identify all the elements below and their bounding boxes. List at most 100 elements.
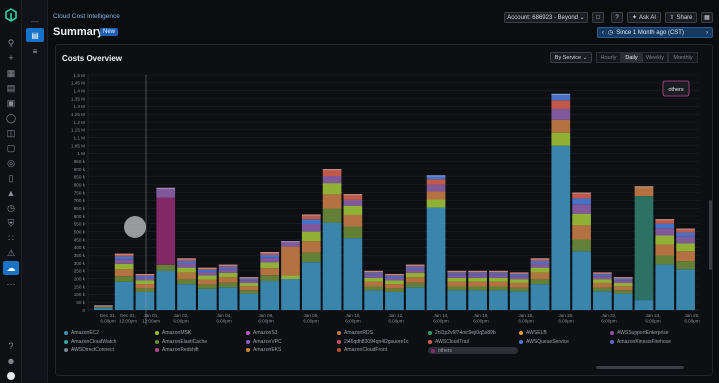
legend-item[interactable]: AmazonS3 <box>246 330 277 336</box>
bar-cap <box>530 258 550 260</box>
legend-item[interactable]: AmazonRDS <box>337 330 373 336</box>
legend-item[interactable]: AmazonRedshift <box>155 347 199 353</box>
bar-segment <box>177 284 196 310</box>
legend-item[interactable]: AWSQueueService <box>519 339 569 345</box>
bar-segment <box>322 222 342 310</box>
logo-icon[interactable] <box>4 8 18 22</box>
modules-icon[interactable]: ∷ <box>5 232 17 244</box>
horizontal-scrollbar[interactable] <box>596 366 684 369</box>
bar-segment <box>572 204 591 214</box>
legend-item[interactable]: others <box>428 347 518 354</box>
legend-item[interactable]: AmazonCloudWatch <box>64 339 116 345</box>
breadcrumb[interactable]: Cloud Cost Intelligence <box>53 13 120 20</box>
ask-ai-button[interactable]: ✦ Ask AI <box>627 12 661 23</box>
costs-bar-chart[interactable]: 0 50 k 100 k 150 k 200 k 250 k 300 k 350 k 400 k… <box>56 45 712 327</box>
global-nav-rail: ⚲ + ▦ ▤ ▣ ◯ ◫ ▢ ◎ ▯ ▲ ◷ ⛨ ∷ ⚠ ☁ ⋯ ? ☻ <box>0 0 22 383</box>
plus-icon[interactable]: + <box>5 52 17 64</box>
legend-item[interactable]: AWSDirectConnect <box>64 347 114 353</box>
legend-label: AmazonCloudWatch <box>71 338 117 345</box>
next-range-icon[interactable]: › <box>702 30 712 36</box>
profile-icon[interactable] <box>5 370 17 382</box>
collapse-icon[interactable]: — <box>26 14 44 28</box>
bar-segment <box>343 199 363 206</box>
rocket-icon[interactable]: ▲ <box>5 187 17 199</box>
legend-item[interactable]: AmazonMSK <box>155 330 191 336</box>
share-button[interactable]: ⇧ Share <box>665 12 697 23</box>
apps-icon[interactable]: ▦ <box>5 67 17 79</box>
bar-segment <box>447 274 467 278</box>
prev-range-icon[interactable]: ‹ <box>598 30 608 36</box>
bar-segment <box>489 290 508 310</box>
legend-item[interactable]: AWSELB <box>519 330 547 336</box>
legend-item[interactable]: AmazonElastiCache <box>155 339 207 345</box>
browser-icon[interactable]: ▣ <box>5 97 17 109</box>
timer-icon[interactable]: ◷ <box>5 202 17 214</box>
globe-icon[interactable]: ◯ <box>5 112 17 124</box>
legend-item[interactable]: AmazonCloudFront <box>337 347 387 353</box>
document-icon[interactable]: ▯ <box>5 172 17 184</box>
list-nav-icon[interactable]: ≡ <box>26 44 44 58</box>
help-icon[interactable]: ? <box>5 340 17 352</box>
x-tick-label: 6:00pm <box>645 319 660 324</box>
bar-segment <box>572 225 591 240</box>
legend-swatch <box>246 348 250 352</box>
bar-segment <box>135 288 155 292</box>
summary-nav-icon[interactable]: ▤ <box>26 28 44 42</box>
bar-segment <box>676 261 695 270</box>
account-selector[interactable]: Account: 686923 - Beyond ⌄ <box>504 12 588 23</box>
bar-segment <box>426 207 446 310</box>
legend-item[interactable]: 2nl1p2v6f74oic9eji0q5s89b <box>428 330 496 336</box>
legend-item[interactable]: AmazonEC2 <box>64 330 99 336</box>
bar-segment <box>135 275 155 278</box>
y-tick-label: 600 k <box>74 214 86 219</box>
x-tick-label: 6:00pm <box>601 319 616 324</box>
legend-item[interactable]: 2i46qdh83094qn4l2gsuore1c <box>337 339 409 345</box>
settings-icon[interactable]: ▦ <box>701 12 713 23</box>
window-icon[interactable]: ▢ <box>5 142 17 154</box>
legend-label: AWSSupportEnterprise <box>617 330 669 336</box>
legend-label: AmazonCloudFront <box>344 347 388 353</box>
legend-swatch <box>519 339 523 344</box>
legend-item[interactable]: AWSSupportEnterprise <box>610 330 669 336</box>
legend-item[interactable]: AWSCloudTrail <box>428 339 469 345</box>
y-tick-label: 650 k <box>74 206 86 211</box>
target-icon[interactable]: ◎ <box>5 157 17 169</box>
cloud-icon[interactable]: ☁ <box>3 261 19 275</box>
bar-cap <box>385 273 404 276</box>
bar-segment <box>322 176 342 184</box>
bar-segment <box>530 263 550 268</box>
bar-segment <box>676 269 695 310</box>
bar-segment <box>239 293 259 310</box>
bar-segment <box>156 270 176 310</box>
legend-item[interactable]: AmazonVPC <box>246 339 282 345</box>
time-range-label: Since 1 Month ago (CST) <box>616 29 684 36</box>
time-range-picker[interactable]: ‹ ◷ Since 1 Month ago (CST) › <box>597 27 713 38</box>
book-icon[interactable]: ▤ <box>5 82 17 94</box>
search-icon[interactable]: ⚲ <box>5 37 17 49</box>
database-icon[interactable]: ◫ <box>5 127 17 139</box>
user-icon[interactable]: ☻ <box>5 355 17 367</box>
vertical-scrollbar[interactable] <box>709 200 712 270</box>
hover-cursor <box>124 216 146 238</box>
bar-segment <box>509 276 529 280</box>
bar-segment <box>655 255 675 265</box>
bar-segment <box>405 269 425 273</box>
bar-segment <box>197 271 217 276</box>
share-label: Share <box>676 14 693 21</box>
bar-segment <box>114 269 134 277</box>
y-tick-label: 850 k <box>74 175 86 180</box>
bar-cap <box>468 270 487 273</box>
alert-icon[interactable]: ⚠ <box>5 247 17 259</box>
more-icon[interactable]: ⋯ <box>5 278 17 290</box>
bar-segment <box>385 275 404 278</box>
bar-segment <box>218 277 238 283</box>
bar-cap <box>281 241 300 243</box>
comment-icon[interactable]: □ <box>592 12 604 23</box>
legend-item[interactable]: AmazonKinesisFirehose <box>610 339 671 345</box>
tooltip-label: others <box>668 87 684 93</box>
help-circle-icon[interactable]: ? <box>611 12 623 23</box>
shield-icon[interactable]: ⛨ <box>5 217 17 229</box>
legend-item[interactable]: AmazonEKS <box>246 347 281 353</box>
legend-swatch <box>155 339 159 344</box>
bar-segment <box>114 263 134 270</box>
